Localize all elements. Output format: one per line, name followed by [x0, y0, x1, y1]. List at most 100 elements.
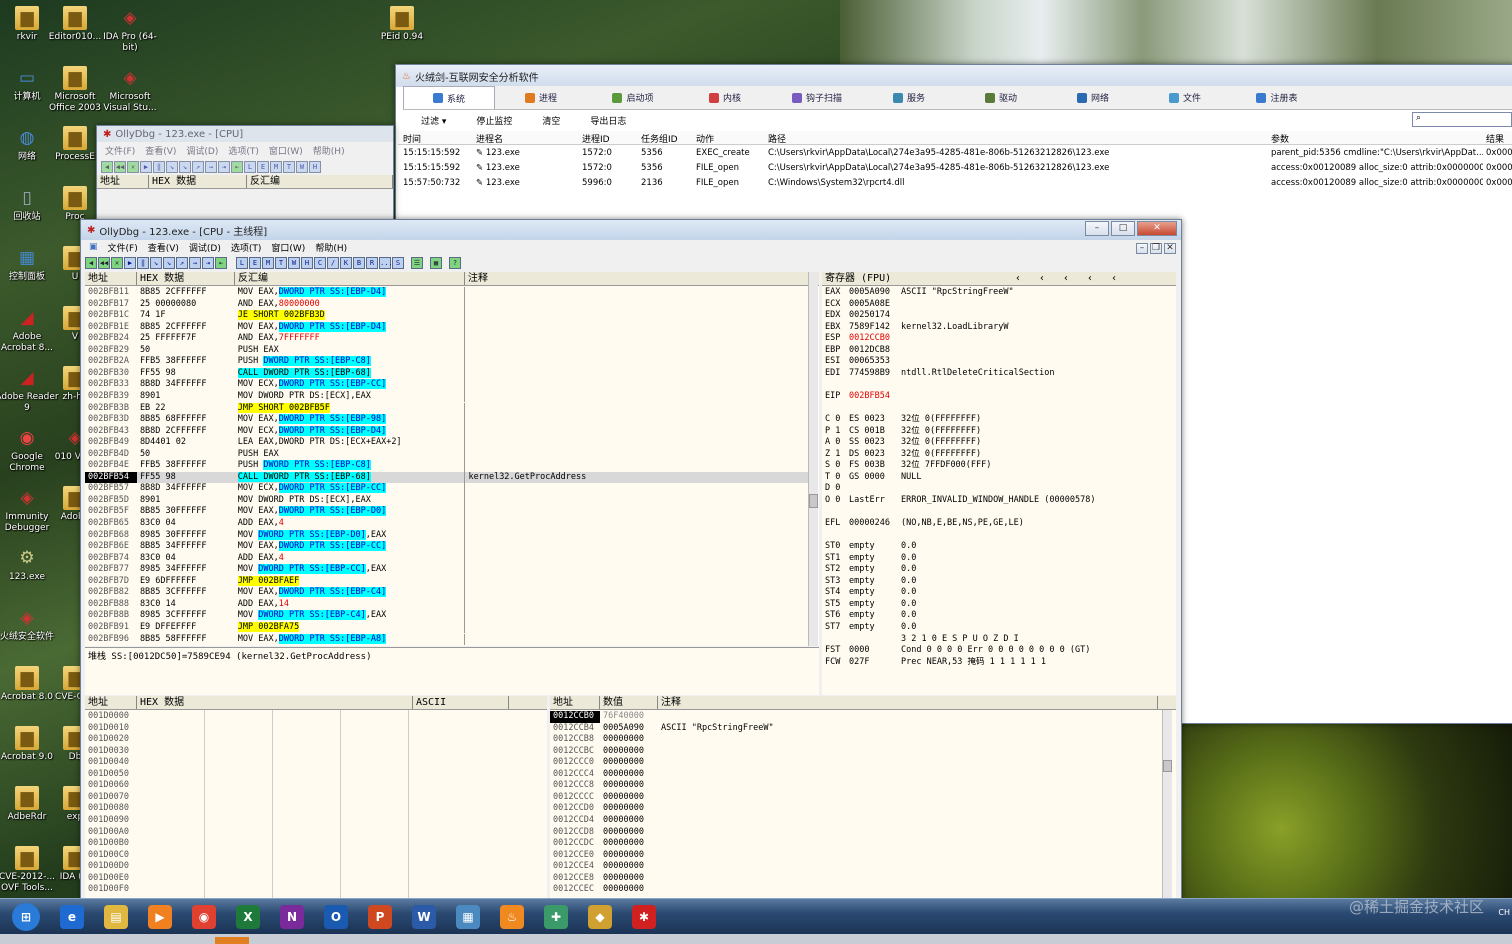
huorong-taskbar-button[interactable]: ♨ [492, 901, 532, 933]
disasm-row[interactable]: 002BFB1E 8B85 2CFFFFFF MOV EAX,DWORD PTR S… [85, 321, 808, 334]
disassembly-pane[interactable]: 地址 HEX 数据 反汇编 注释 002BFB11 8B85 2CFFFFFF MOV E… [85, 272, 819, 646]
disasm-row[interactable]: 002BFB30 FF55 98 CALL DWORD PTR SS:[EBP-68… [85, 367, 808, 380]
register-row[interactable]: FST 0000 Cond 0 0 0 0 Err 0 0 0 0 0 0 0 0 … [825, 645, 1175, 657]
menu-item[interactable]: 查看(V) [145, 144, 176, 157]
register-pane[interactable]: 寄存器 (FPU) ‹‹‹‹‹ EAX 0005A090 ASCII "RpcStri… [822, 272, 1176, 695]
menu-item[interactable]: 窗口(W) [271, 241, 305, 254]
start-taskbar-button[interactable]: ⊞ [4, 901, 48, 933]
tab-3[interactable]: 内核 [679, 86, 771, 109]
toolbar-letter-button[interactable]: ... [379, 256, 393, 269]
column-header[interactable]: 数值 [600, 696, 658, 709]
toolbar-button[interactable]: 停止监控 [476, 114, 512, 127]
disasm-row[interactable]: 002BFB4E FFB5 38FFFFFF PUSH DWORD PTR SS:[… [85, 460, 808, 472]
toolbar-button[interactable]: ⇥ [202, 256, 214, 269]
column-header[interactable]: 参数 [1271, 132, 1289, 145]
stack-row[interactable]: 0012CCD0 00000000 [550, 803, 1162, 815]
disasm-row[interactable]: 002BFB29 50 PUSH EAX [85, 344, 808, 357]
register-row[interactable] [825, 403, 1175, 415]
disasm-row[interactable]: 002BFB33 8B8D 34FFFFFF MOV ECX,DWORD PTR S… [85, 379, 808, 391]
column-header[interactable]: 进程ID [582, 132, 610, 145]
huorong-titlebar[interactable]: ♨ 火绒剑-互联网安全分析软件 [396, 65, 1512, 87]
table-row[interactable]: 15:15:15:592 ✎ 123.exe 1572:0 5356 EXEC_crea… [398, 146, 1512, 161]
dump-row[interactable]: 001D0080 [88, 803, 129, 815]
desktop-icon[interactable]: ◈ 火绒安全软件 [0, 606, 59, 643]
desktop-icon[interactable]: ▆ PEid 0.94 [370, 6, 434, 43]
column-header[interactable]: HEX 数据 [137, 696, 413, 709]
register-row[interactable]: EDX 00250174 [825, 310, 1175, 322]
disasm-row[interactable]: 002BFB11 8B85 2CFFFFFF MOV EAX,DWORD PTR S… [85, 287, 808, 299]
disasm-row[interactable]: 002BFB24 25 FFFFFF7F AND EAX,7FFFFFFF [85, 333, 808, 345]
tab-8[interactable]: 文件 [1139, 86, 1231, 109]
toolbar-button[interactable]: ⇤ [215, 256, 227, 269]
stack-pane[interactable]: 地址 数值 注释 0012CCB0 76F40000 0012CCB4 0005A090 A… [550, 696, 1176, 898]
register-row[interactable]: C 0 ES 0023 32位 0(FFFFFFFF) [825, 414, 1175, 426]
disasm-row[interactable]: 002BFB49 8D4401 02 LEA EAX,DWORD PTR DS:[E… [85, 437, 808, 449]
register-row[interactable] [825, 506, 1175, 518]
column-header[interactable]: ASCII [413, 696, 509, 709]
toolbar-letter-button[interactable]: M [262, 256, 274, 269]
menu-item[interactable]: 查看(V) [148, 241, 179, 254]
onenote-taskbar-button[interactable]: N [272, 901, 312, 933]
toolbar-button[interactable]: ‖ [137, 256, 149, 269]
dump-row[interactable]: 001D00A0 [88, 827, 129, 839]
dump-row[interactable]: 001D0020 [88, 734, 129, 746]
disasm-row[interactable]: 002BFB6E 8B85 34FFFFFF MOV EAX,DWORD PTR S… [85, 541, 808, 553]
register-row[interactable]: FCW 027F Prec NEAR,53 掩码 1 1 1 1 1 1 [825, 657, 1175, 669]
register-row[interactable] [825, 530, 1175, 542]
stack-row[interactable]: 0012CCEC 00000000 [550, 884, 1162, 896]
toolbar-letter-button[interactable]: B [353, 256, 365, 269]
register-row[interactable]: D 0 [825, 483, 1175, 495]
column-header[interactable]: 路径 [768, 132, 786, 145]
stack-row[interactable]: 0012CCD8 00000000 [550, 827, 1162, 839]
mdi-minimize-button[interactable]: – [1136, 243, 1148, 254]
toolbar-button[interactable]: ◀◀ [98, 256, 110, 269]
menu-item[interactable]: 文件(F) [105, 144, 135, 157]
disasm-row[interactable]: 002BFB88 83C0 14 ADD EAX,14 [85, 598, 808, 611]
register-row[interactable]: ST2 empty 0.0 [825, 564, 1175, 576]
stack-row[interactable]: 0012CCC4 00000000 [550, 769, 1162, 781]
dump-pane[interactable]: 地址 HEX 数据 ASCII 001D0000 001D0010 001D0020 00… [85, 696, 547, 898]
stack-row[interactable]: 0012CCE8 00000000 [550, 873, 1162, 885]
stack-row[interactable]: 0012CCC0 00000000 [550, 757, 1162, 769]
stack-row[interactable]: 0012CCE4 00000000 [550, 861, 1162, 873]
toolbar-letter-button[interactable]: L [236, 256, 248, 269]
column-header[interactable]: 地址 [550, 696, 600, 709]
register-row[interactable]: ST1 empty 0.0 [825, 553, 1175, 565]
menu-item[interactable]: 帮助(H) [315, 241, 347, 254]
disasm-row[interactable]: 002BFB3B EB 22 JMP SHORT 002BFB5F [85, 402, 808, 414]
toolbar-letter-button[interactable]: T [275, 256, 287, 269]
stack-row[interactable]: 0012CCB4 0005A090 ASCII "RpcStringFreeW" [550, 723, 1162, 735]
register-row[interactable]: A 0 SS 0023 32位 0(FFFFFFFF) [825, 437, 1175, 449]
register-row[interactable]: ST4 empty 0.0 [825, 587, 1175, 599]
stack-row[interactable]: 0012CCC8 00000000 [550, 780, 1162, 792]
stack-row[interactable]: 0012CCBC 00000000 [550, 746, 1162, 758]
register-row[interactable]: O 0 LastErr ERROR_INVALID_WINDOW_HANDLE (0… [825, 495, 1175, 507]
register-row[interactable]: ST0 empty 0.0 [825, 541, 1175, 553]
toolbar-button[interactable]: ☰ [411, 256, 423, 269]
register-row[interactable]: EIP 002BFB54 [825, 391, 1175, 403]
explorer-taskbar-button[interactable]: ▤ [96, 901, 136, 933]
dump-row[interactable]: 001D0050 [88, 769, 129, 781]
menu-item[interactable]: 调试(D) [189, 241, 221, 254]
register-row[interactable]: ST6 empty 0.0 [825, 610, 1175, 622]
disasm-row[interactable]: 002BFB54 FF55 98 CALL DWORD PTR SS:[EBP-68… [85, 471, 808, 484]
register-row[interactable]: ESP 0012CCB0 [825, 333, 1175, 345]
toolbar-button[interactable]: ↘ [163, 256, 175, 269]
toolbar-button[interactable]: ◀ [85, 256, 97, 269]
toolbar-letter-button[interactable]: E [249, 256, 261, 269]
column-header[interactable]: 反汇编 [247, 175, 393, 188]
toolbar-letter-button[interactable]: S [392, 256, 404, 269]
column-header[interactable]: 结果 [1486, 132, 1504, 145]
register-row[interactable]: EBX 7589F142 kernel32.LoadLibraryW [825, 322, 1175, 334]
word-taskbar-button[interactable]: W [404, 901, 444, 933]
toolbar-letter-button[interactable]: / [327, 256, 339, 269]
column-header[interactable]: 反汇编 [235, 272, 465, 285]
dump-row[interactable]: 001D00F0 [88, 884, 129, 896]
dump-row[interactable]: 001D0090 [88, 815, 129, 827]
register-row[interactable]: P 1 CS 001B 32位 0(FFFFFFFF) [825, 426, 1175, 438]
chrome-taskbar-button[interactable]: ◉ [184, 901, 224, 933]
disasm-row[interactable]: 002BFB68 8985 30FFFFFF MOV DWORD PTR SS:[E… [85, 529, 808, 542]
tab-4[interactable]: 钩子扫描 [771, 86, 863, 109]
table-row[interactable]: 15:15:15:592 ✎ 123.exe 1572:0 5356 FILE_open… [398, 161, 1512, 176]
disasm-row[interactable]: 002BFB96 8B85 58FFFFFF MOV EAX,DWORD PTR S… [85, 633, 808, 645]
